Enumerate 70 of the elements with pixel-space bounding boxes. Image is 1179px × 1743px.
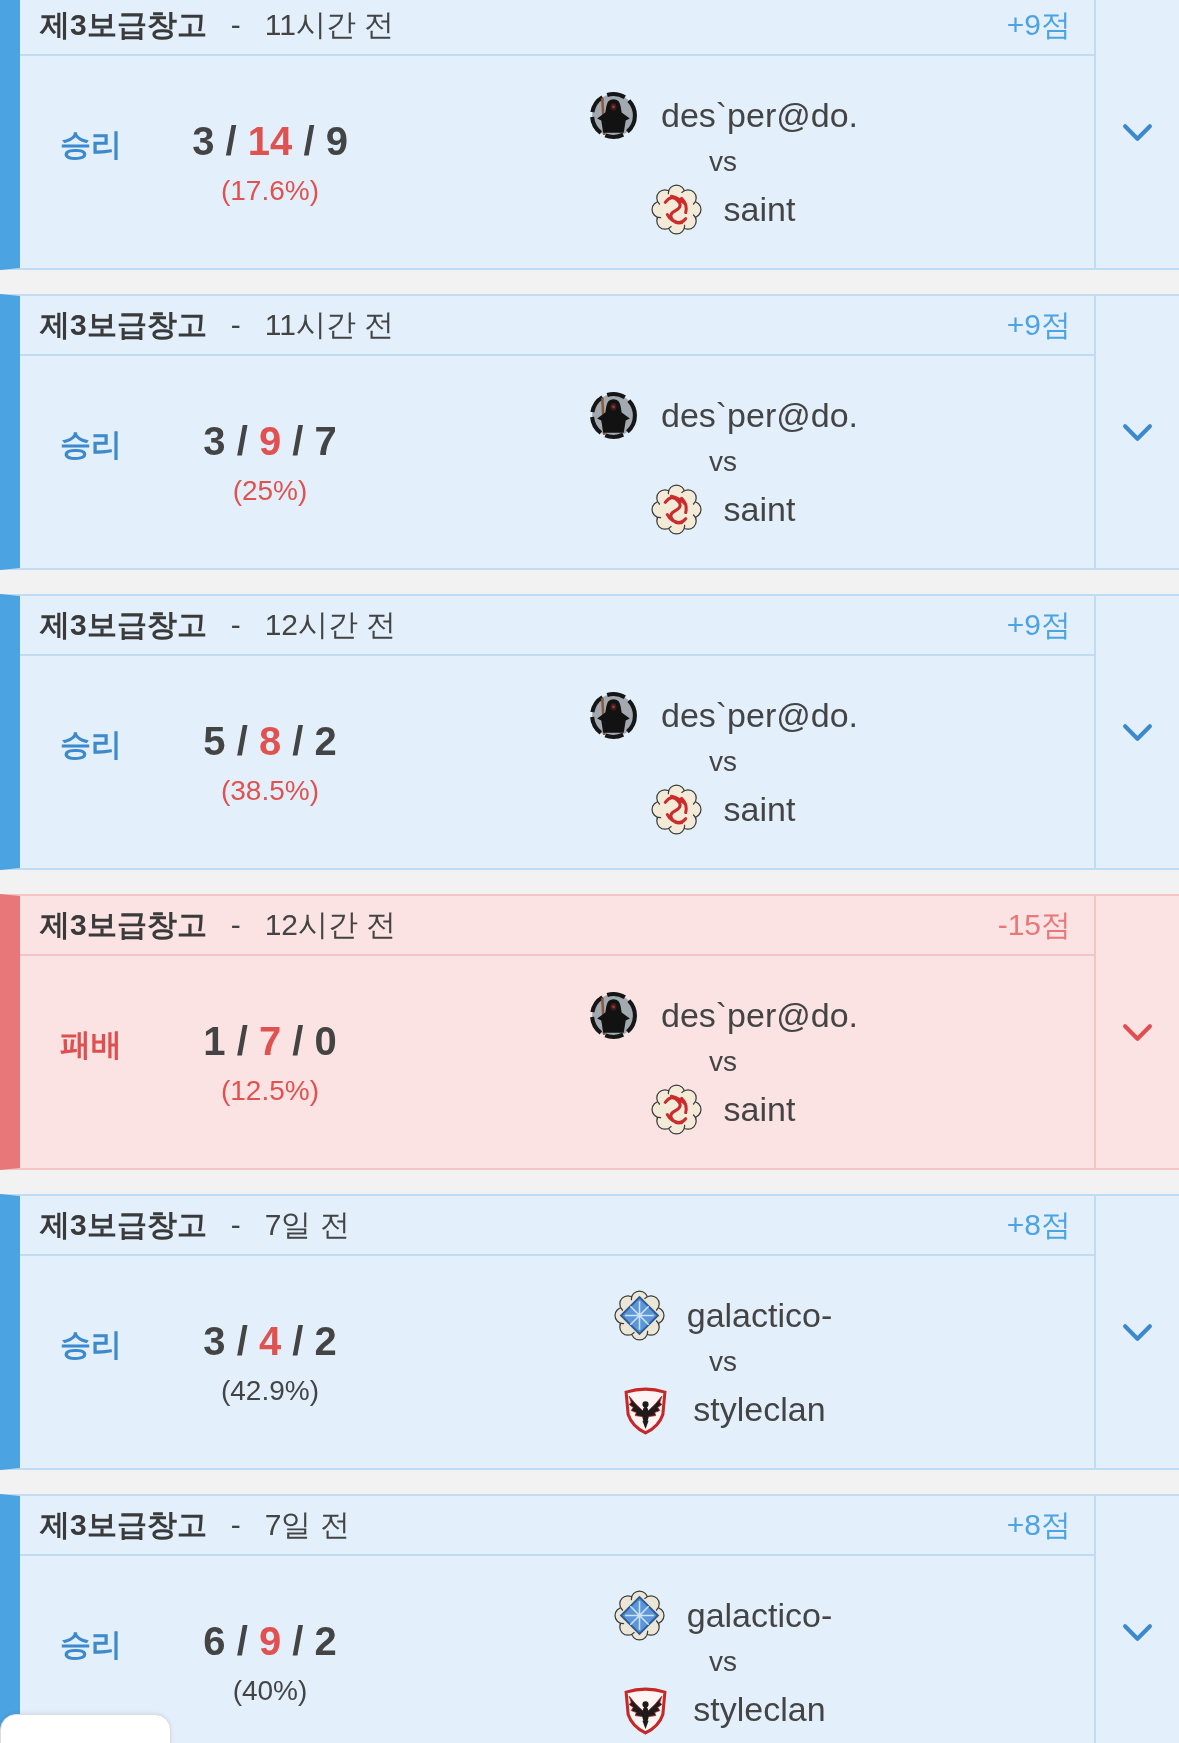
kda-score: 3 / 4 / 2	[203, 1318, 337, 1364]
map-name: 제3보급창고	[40, 306, 207, 343]
team-name: des`per@do.	[660, 395, 859, 435]
match-result: 승리	[60, 126, 122, 164]
separator-text: -	[230, 908, 241, 942]
team-name: galactico-	[686, 1295, 833, 1335]
team-name: styleclan	[693, 1689, 826, 1729]
map-name: 제3보급창고	[40, 1506, 207, 1543]
separator-text: -	[230, 8, 241, 42]
separator-text: -	[230, 608, 241, 642]
match-time: 7일 전	[264, 1206, 350, 1243]
kill-ratio: (25%)	[232, 474, 308, 508]
kill-ratio: (38.5%)	[220, 774, 319, 808]
team-name: styleclan	[693, 1389, 826, 1429]
diamond-emblem-icon	[613, 1289, 665, 1341]
kill-ratio: (12.5%)	[220, 1074, 319, 1108]
swirl-emblem-icon	[650, 783, 702, 835]
points-change: -15점	[997, 906, 1071, 943]
separator-text: -	[230, 1208, 241, 1242]
match-time: 11시간 전	[264, 6, 395, 43]
team-name: des`per@do.	[660, 995, 859, 1035]
versus-label: vs	[709, 1045, 737, 1079]
swirl-emblem-icon	[650, 483, 702, 535]
kda-score: 3 / 9 / 7	[203, 418, 337, 464]
map-name: 제3보급창고	[40, 1206, 207, 1243]
versus-label: vs	[709, 745, 737, 779]
map-name: 제3보급창고	[40, 6, 207, 43]
map-name: 제3보급창고	[40, 606, 207, 643]
versus-label: vs	[709, 445, 737, 479]
team-name: saint	[723, 789, 796, 829]
points-change: +9점	[1006, 306, 1071, 343]
kda-score: 3 / 14 / 9	[192, 118, 348, 164]
team-name: des`per@do.	[660, 95, 859, 135]
kill-ratio: (17.6%)	[220, 174, 319, 208]
swirl-emblem-icon	[650, 1083, 702, 1135]
match-time: 7일 전	[264, 1506, 350, 1543]
team-name: galactico-	[686, 1595, 833, 1635]
separator-text: -	[230, 308, 241, 342]
kda-score: 1 / 7 / 0	[203, 1018, 337, 1064]
team-name: saint	[723, 1089, 796, 1129]
match-result: 승리	[60, 1326, 122, 1364]
match-result: 승리	[60, 726, 122, 764]
versus-label: vs	[709, 145, 737, 179]
match-time: 11시간 전	[264, 306, 395, 343]
match-result: 패배	[60, 1026, 122, 1064]
match-time: 12시간 전	[264, 606, 397, 643]
versus-label: vs	[709, 1645, 737, 1679]
kda-score: 6 / 9 / 2	[203, 1618, 337, 1664]
kda-score: 5 / 8 / 2	[203, 718, 337, 764]
match-result: 승리	[60, 1626, 122, 1664]
diamond-emblem-icon	[613, 1589, 665, 1641]
hooded-figure-icon	[587, 89, 639, 141]
hooded-figure-icon	[587, 689, 639, 741]
points-change: +8점	[1006, 1506, 1071, 1543]
hooded-figure-icon	[587, 989, 639, 1041]
points-change: +8점	[1006, 1206, 1071, 1243]
team-name: des`per@do.	[660, 695, 859, 735]
kill-ratio: (42.9%)	[220, 1374, 319, 1408]
match-time: 12시간 전	[264, 906, 397, 943]
match-result: 승리	[60, 426, 122, 464]
separator-text: -	[230, 1508, 241, 1542]
team-name: saint	[723, 489, 796, 529]
hooded-figure-icon	[587, 389, 639, 441]
map-name: 제3보급창고	[40, 906, 207, 943]
team-name: saint	[723, 189, 796, 229]
points-change: +9점	[1006, 606, 1071, 643]
kill-ratio: (40%)	[232, 1674, 308, 1708]
swirl-emblem-icon	[650, 183, 702, 235]
versus-label: vs	[709, 1345, 737, 1379]
points-change: +9점	[1006, 6, 1071, 43]
